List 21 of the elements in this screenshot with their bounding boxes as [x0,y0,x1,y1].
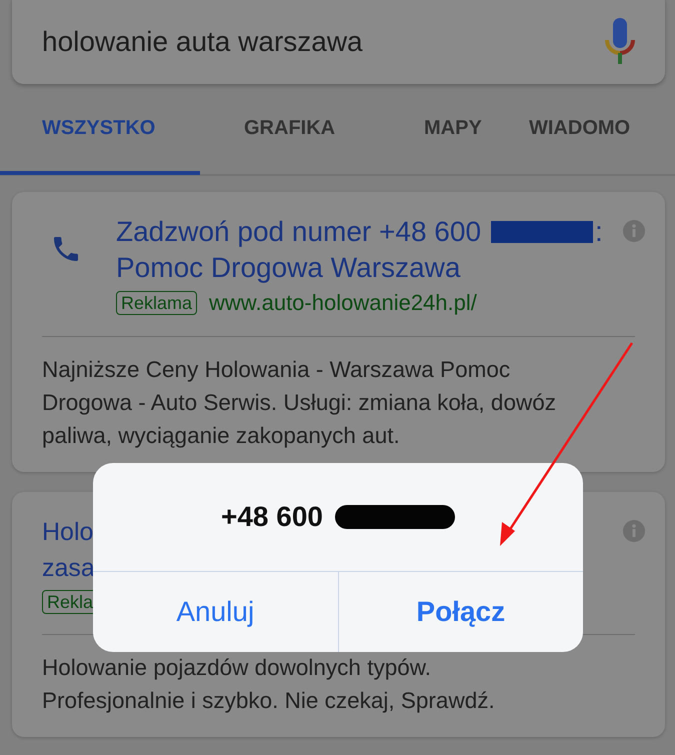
result-url[interactable]: www.auto-holowanie24h.pl/ [209,290,477,316]
info-icon[interactable] [623,520,645,542]
result-title[interactable]: zasa [42,550,95,586]
tab[interactable]: WIADOMO [526,85,630,175]
search-field[interactable]: holowanie auta warszawa [12,0,665,84]
description-line: Holowanie pojazdów dowolnych typów. [42,654,431,682]
tab[interactable]: MAPY [378,85,526,175]
description-line: paliwa, wyciąganie zakopanych aut. [42,422,400,450]
ad-label: Reklama [116,291,198,315]
result-title[interactable]: : [595,214,603,250]
description-line: Profesjonalnie i szybko. Nie czekaj, Sprawdź. [42,687,495,715]
phone-number: +48 600 [221,501,323,533]
info-icon[interactable] [623,220,645,242]
tab[interactable]: WSZYSTKO [0,85,200,175]
call-button[interactable]: Połącz [338,572,583,652]
tab[interactable]: GRAFIKA [200,85,378,175]
result-title[interactable]: Pomoc Drogowa Warszawa [116,250,460,286]
description-line: Najniższe Ceny Holowania - Warszawa Pomoc [42,356,510,384]
result-title[interactable]: Holo [42,514,94,550]
result-title[interactable]: Zadzwoń pod numer +48 600 [116,214,482,250]
description-line: Drogowa - Auto Serwis. Usługi: zmiana koła, dowóz [42,389,556,417]
